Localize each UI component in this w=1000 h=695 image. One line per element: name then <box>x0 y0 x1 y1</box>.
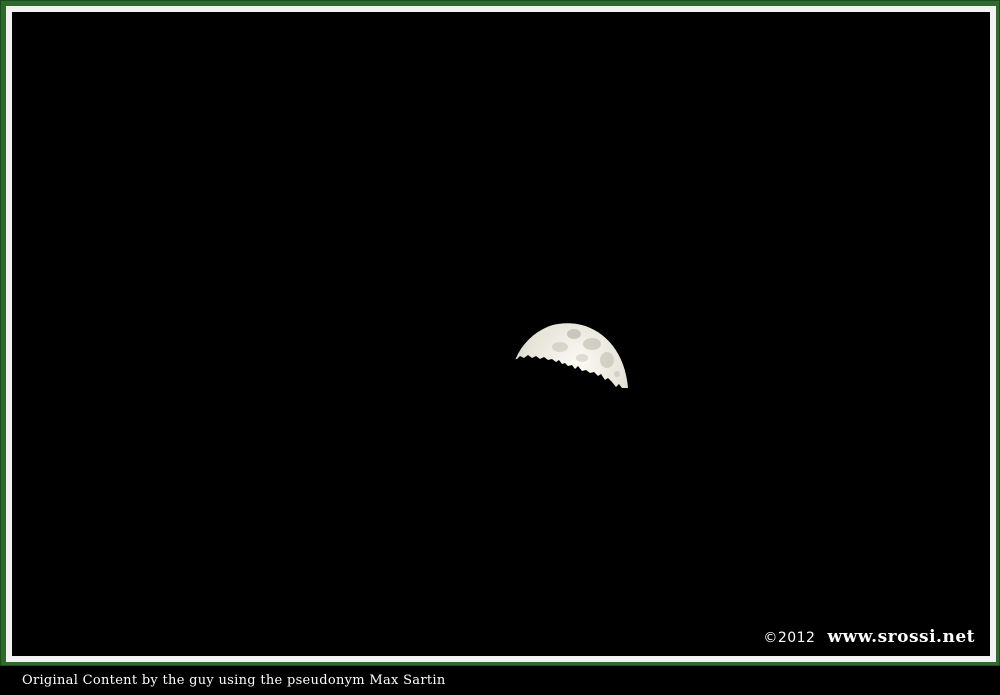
copyright-watermark: ©2012 www.srossi.net <box>763 627 975 647</box>
website-url: www.srossi.net <box>827 627 975 647</box>
night-sky-photo: ©2012 www.srossi.net <box>12 12 990 656</box>
copyright-year: ©2012 <box>763 630 816 646</box>
moon-icon <box>512 323 628 388</box>
photo-mat: ©2012 www.srossi.net <box>6 6 996 662</box>
photo-caption: Original Content by the guy using the ps… <box>22 673 446 688</box>
photo-frame: ©2012 www.srossi.net <box>0 0 1000 666</box>
